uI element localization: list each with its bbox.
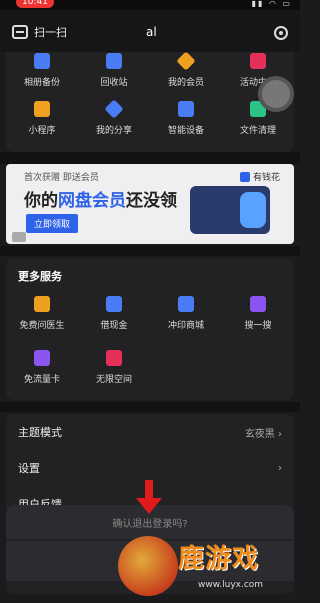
status-bar: 10:41 ▮▮ ◠ ▭: [0, 0, 300, 10]
watermark-text: 鹿游戏: [178, 544, 260, 574]
ad-tag-icon: [12, 232, 26, 242]
tool-mini-program[interactable]: 小程序: [6, 94, 78, 142]
banner-title: 你的网盘会员还没领: [24, 191, 177, 211]
promo-banner[interactable]: 首次获赠 即送会员 你的网盘会员还没领 立即领取 有钱花: [6, 164, 294, 244]
data-card-icon: [34, 349, 50, 366]
tool-smart-device[interactable]: 智能设备: [150, 94, 222, 142]
dialog-prompt: 确认退出登录吗?: [112, 518, 188, 530]
banner-claim-button[interactable]: 立即领取: [26, 214, 79, 233]
membership-card-image: [190, 186, 270, 234]
scan-label: 扫一扫: [34, 26, 67, 39]
service-search[interactable]: 搜一搜: [222, 286, 294, 340]
watermark-url: www.luyx.com: [198, 580, 264, 590]
watermark-logo-icon: [118, 536, 178, 596]
service-infinite-space[interactable]: 无限空间: [78, 340, 150, 394]
tool-my-share[interactable]: 我的分享: [78, 94, 150, 142]
service-cash-loan[interactable]: 借现金: [78, 286, 150, 340]
share-icon: [104, 98, 124, 119]
service-free-doctor[interactable]: 免费问医生: [6, 286, 78, 340]
chevron-right-icon: [278, 463, 282, 474]
app-header: 扫一扫 al: [0, 10, 300, 52]
settings-gear-icon[interactable]: [274, 26, 288, 40]
banner-brand: 有钱花: [240, 170, 280, 183]
status-time: 10:41: [16, 0, 54, 8]
banner-subtitle: 首次获赠 即送会员: [24, 173, 99, 183]
section-divider: [0, 152, 300, 164]
photo-backup-icon: [34, 52, 50, 69]
membership-icon: [176, 52, 196, 71]
more-services-title: 更多服务: [18, 270, 62, 283]
quick-tools-panel: 相册备份 回收站 我的会员 活动中心 小程序 我的分享 智能设备 文件清理: [6, 52, 294, 152]
scan-button[interactable]: 扫一扫: [12, 24, 67, 40]
service-print-shop[interactable]: 冲印商城: [150, 286, 222, 340]
status-icons: ▮▮ ◠ ▭: [251, 0, 292, 8]
section-divider: [0, 402, 300, 412]
more-services-panel: 更多服务 免费问医生 借现金 冲印商城 搜一搜 免流量卡 无限空间: [6, 258, 294, 400]
mini-program-icon: [34, 100, 50, 117]
tool-photo-backup[interactable]: 相册备份: [6, 52, 78, 94]
floating-assistive-button[interactable]: [258, 76, 294, 112]
cash-loan-icon: [106, 295, 122, 312]
username[interactable]: al: [146, 25, 157, 39]
infinite-space-icon: [106, 349, 122, 366]
theme-mode-value: 玄夜黑: [245, 425, 282, 440]
print-shop-icon: [178, 295, 194, 312]
tool-membership[interactable]: 我的会员: [150, 52, 222, 94]
smart-device-icon: [178, 100, 194, 117]
tool-recycle-bin[interactable]: 回收站: [78, 52, 150, 94]
red-arrow-annotation: [136, 480, 162, 514]
activity-center-icon: [250, 52, 266, 69]
scan-icon: [12, 25, 28, 39]
theme-mode-row[interactable]: 主题模式 玄夜黑: [6, 414, 294, 450]
recycle-bin-icon: [106, 52, 122, 69]
doctor-icon: [34, 295, 50, 312]
section-divider: [0, 246, 300, 256]
service-data-card[interactable]: 免流量卡: [6, 340, 78, 394]
search-icon: [250, 295, 266, 312]
